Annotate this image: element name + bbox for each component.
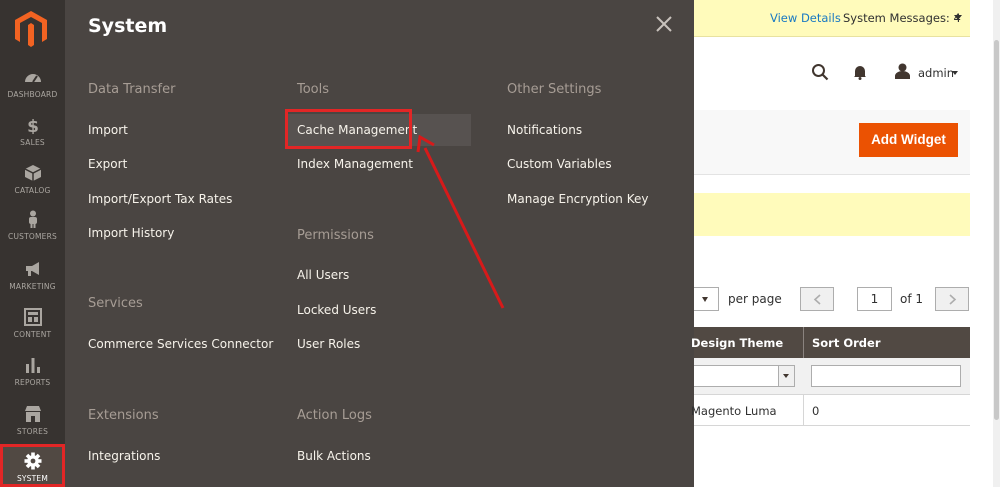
menu-link-user-roles[interactable]: User Roles <box>297 337 360 351</box>
add-widget-button[interactable]: Add Widget <box>859 123 958 157</box>
menu-link-import-history[interactable]: Import History <box>88 226 174 240</box>
menu-link-import[interactable]: Import <box>88 123 128 137</box>
flyout-title: System <box>88 15 168 37</box>
menu-link-export[interactable]: Export <box>88 157 127 171</box>
box-icon <box>24 165 41 181</box>
menu-link-commerce-services-connector[interactable]: Commerce Services Connector <box>88 337 273 351</box>
per-page-label: per page <box>728 292 782 306</box>
section-tools: Tools <box>297 82 330 97</box>
menu-link-locked-users[interactable]: Locked Users <box>297 303 376 317</box>
nav-label: SYSTEM <box>16 474 49 483</box>
menu-link-manage-encryption-key[interactable]: Manage Encryption Key <box>507 192 648 206</box>
section-extensions: Extensions <box>88 408 159 423</box>
menu-link-integrations[interactable]: Integrations <box>88 449 160 463</box>
design-theme-filter-select[interactable] <box>694 365 795 387</box>
page-number-input[interactable]: 1 <box>857 287 892 311</box>
cache-management-highlight <box>285 109 412 149</box>
nav-label: SALES <box>20 138 45 147</box>
previous-page-button[interactable] <box>800 287 834 311</box>
storefront-icon <box>24 406 41 422</box>
menu-link-bulk-actions[interactable]: Bulk Actions <box>297 449 371 463</box>
nav-item-marketing[interactable]: MARKETING <box>0 260 65 308</box>
table-cell-design-theme: Magento Luma <box>691 404 777 418</box>
nav-item-sales[interactable]: $ SALES <box>0 116 65 164</box>
nav-item-catalog[interactable]: CATALOG <box>0 164 65 212</box>
gear-icon <box>24 452 41 470</box>
dashboard-icon <box>24 74 41 83</box>
column-header-sort-order[interactable]: Sort Order <box>812 336 881 350</box>
section-action-logs: Action Logs <box>297 408 372 423</box>
admin-sidebar: DASHBOARD $ SALES CATALOG CUSTOMERS MARK… <box>0 0 65 487</box>
megaphone-icon <box>25 262 39 276</box>
menu-link-index-management[interactable]: Index Management <box>297 157 413 171</box>
column-divider <box>803 327 804 358</box>
nav-item-system[interactable]: SYSTEM <box>0 452 65 487</box>
layout-icon <box>23 308 42 326</box>
nav-label: CONTENT <box>13 330 52 339</box>
sort-order-filter-input[interactable] <box>811 365 961 387</box>
system-messages-bar: View Details System Messages: 4 <box>694 0 970 37</box>
table-row[interactable]: Magento Luma 0 <box>691 395 970 426</box>
section-services: Services <box>88 296 143 311</box>
column-header-design-theme[interactable]: Design Theme <box>691 336 783 350</box>
chevron-down-icon <box>783 374 789 378</box>
chevron-down-icon <box>702 297 708 302</box>
nav-item-dashboard[interactable]: DASHBOARD <box>0 68 65 116</box>
section-other-settings: Other Settings <box>507 82 602 97</box>
column-divider <box>803 395 804 426</box>
chevron-down-icon[interactable] <box>952 71 958 75</box>
nav-item-customers[interactable]: CUSTOMERS <box>0 210 65 258</box>
magento-logo[interactable] <box>14 10 48 48</box>
next-page-button[interactable] <box>935 287 969 311</box>
nav-item-content[interactable]: CONTENT <box>0 308 65 356</box>
section-data-transfer: Data Transfer <box>88 82 176 97</box>
nav-label: CATALOG <box>14 186 51 195</box>
notice-message <box>694 193 970 236</box>
bell-icon[interactable] <box>853 64 867 80</box>
nav-label: REPORTS <box>14 378 51 387</box>
menu-link-notifications[interactable]: Notifications <box>507 123 582 137</box>
nav-label: DASHBOARD <box>7 90 58 99</box>
admin-account-menu[interactable]: admin <box>918 66 954 80</box>
dollar-icon: $ <box>27 117 39 134</box>
person-icon <box>28 210 37 228</box>
nav-item-reports[interactable]: REPORTS <box>0 356 65 404</box>
close-icon[interactable] <box>654 14 674 34</box>
chevron-right-icon <box>949 294 957 305</box>
grid-header: Design Theme Sort Order <box>691 327 970 358</box>
view-details-link[interactable]: View Details <box>770 11 841 25</box>
menu-link-import-export-tax-rates[interactable]: Import/Export Tax Rates <box>88 192 232 206</box>
nav-label: STORES <box>16 427 49 436</box>
bar-chart-icon <box>25 358 40 373</box>
nav-label: MARKETING <box>9 282 56 291</box>
section-permissions: Permissions <box>297 228 374 243</box>
user-icon[interactable] <box>895 63 910 79</box>
chevron-left-icon <box>813 294 821 305</box>
grid-filter-row <box>694 358 970 395</box>
menu-link-custom-variables[interactable]: Custom Variables <box>507 157 612 171</box>
select-button[interactable] <box>778 366 794 386</box>
chevron-down-icon[interactable] <box>954 15 962 20</box>
system-flyout-menu: System Data Transfer Import Export Impor… <box>65 0 694 487</box>
system-messages-toggle[interactable]: System Messages: 4 <box>843 11 961 25</box>
search-icon[interactable] <box>811 63 829 81</box>
nav-label: CUSTOMERS <box>8 232 57 241</box>
page-count-label: of 1 <box>900 292 924 306</box>
table-cell-sort-order: 0 <box>812 404 820 418</box>
menu-link-all-users[interactable]: All Users <box>297 268 349 282</box>
svg-text:$: $ <box>27 117 39 134</box>
per-page-select[interactable] <box>694 287 719 311</box>
scrollbar-thumb[interactable] <box>994 40 999 420</box>
